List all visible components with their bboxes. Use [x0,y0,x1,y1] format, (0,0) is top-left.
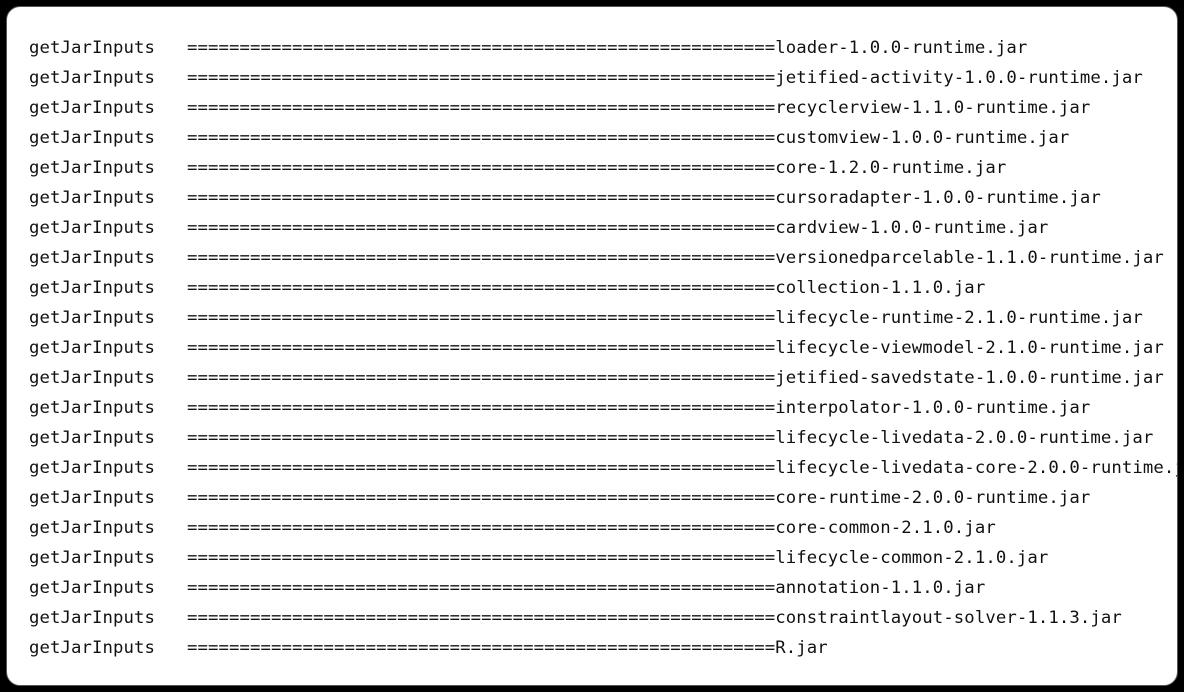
log-line: getJarInputs============================… [29,393,1177,423]
log-label: getJarInputs [29,483,187,513]
log-line: getJarInputs============================… [29,33,1177,63]
log-label: getJarInputs [29,633,187,663]
log-line: getJarInputs============================… [29,573,1177,603]
log-label: getJarInputs [29,303,187,333]
log-line: getJarInputs============================… [29,183,1177,213]
log-label: getJarInputs [29,213,187,243]
log-value: ========================================… [187,398,1090,418]
log-value: ========================================… [187,68,1143,88]
log-label: getJarInputs [29,273,187,303]
log-line: getJarInputs============================… [29,543,1177,573]
log-value: ========================================… [187,368,1164,388]
log-label: getJarInputs [29,93,187,123]
log-value: ========================================… [187,248,1164,268]
log-label: getJarInputs [29,453,187,483]
log-line: getJarInputs============================… [29,513,1177,543]
log-value: ========================================… [187,308,1143,328]
log-label: getJarInputs [29,123,187,153]
log-label: getJarInputs [29,153,187,183]
log-label: getJarInputs [29,363,187,393]
watermark-line: @掘金技术社区 [1086,655,1170,671]
log-line: getJarInputs============================… [29,273,1177,303]
log-label: getJarInputs [29,543,187,573]
log-line: getJarInputs============================… [29,303,1177,333]
log-label: getJarInputs [29,333,187,363]
log-label: getJarInputs [29,603,187,633]
log-value: ========================================… [187,608,1122,628]
log-value: ========================================… [187,488,1090,508]
log-value: ========================================… [187,128,1069,148]
log-value: ========================================… [187,638,828,658]
log-line: getJarInputs============================… [29,363,1177,393]
log-label: getJarInputs [29,393,187,423]
log-line: getJarInputs============================… [29,453,1177,483]
log-line: getJarInputs============================… [29,93,1177,123]
log-value: ========================================… [187,98,1090,118]
watermark-line: @51CTO博客 [1086,670,1170,686]
log-value: ========================================… [187,548,1048,568]
log-value: ========================================… [187,458,1178,478]
log-label: getJarInputs [29,423,187,453]
log-value: ========================================… [187,158,1006,178]
log-label: getJarInputs [29,33,187,63]
log-line: getJarInputs============================… [29,123,1177,153]
log-value: ========================================… [187,278,985,298]
log-line: getJarInputs============================… [29,213,1177,243]
log-value: ========================================… [187,578,985,598]
log-line: getJarInputs============================… [29,483,1177,513]
log-line: getJarInputs============================… [29,603,1177,633]
log-line: getJarInputs============================… [29,63,1177,93]
log-line: getJarInputs============================… [29,333,1177,363]
log-label: getJarInputs [29,183,187,213]
log-line: getJarInputs============================… [29,423,1177,453]
log-value: ========================================… [187,518,996,538]
log-label: getJarInputs [29,573,187,603]
log-value: ========================================… [187,218,1048,238]
log-line: getJarInputs============================… [29,243,1177,273]
log-line: getJarInputs============================… [29,153,1177,183]
watermark: @掘金技术社区 @51CTO博客 [1086,655,1170,686]
log-label: getJarInputs [29,243,187,273]
log-label: getJarInputs [29,63,187,93]
log-line: getJarInputs============================… [29,633,1177,663]
terminal-window: getJarInputs============================… [6,6,1178,686]
log-label: getJarInputs [29,513,187,543]
log-value: ========================================… [187,338,1164,358]
log-value: ========================================… [187,188,1101,208]
log-value: ========================================… [187,428,1153,448]
log-value: ========================================… [187,38,1027,58]
log-output: getJarInputs============================… [7,7,1177,663]
